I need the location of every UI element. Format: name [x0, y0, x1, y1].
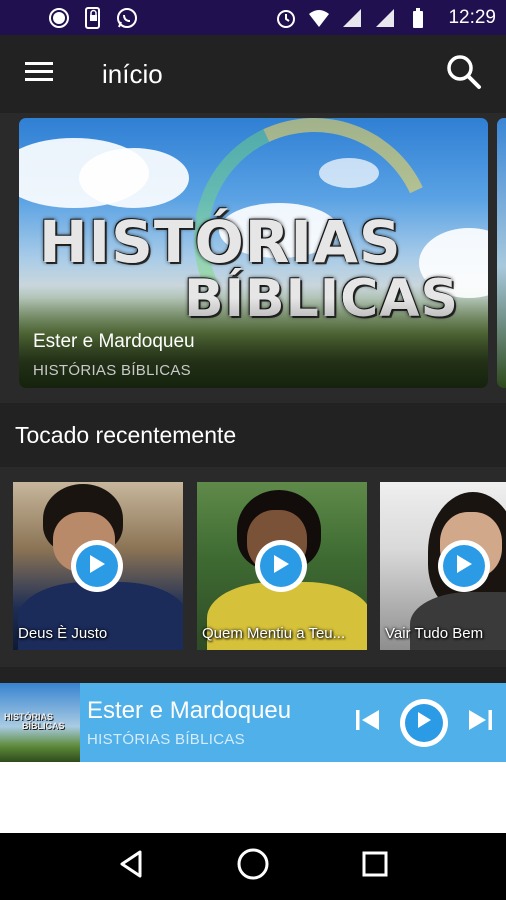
battery-icon	[407, 7, 429, 29]
record-icon	[48, 7, 70, 29]
recent-item[interactable]: Vair Tudo Bem	[380, 482, 506, 650]
play-button[interactable]	[438, 540, 490, 592]
back-icon	[118, 850, 144, 883]
alarm-icon	[275, 7, 297, 29]
now-playing-info: Ester e Mardoqueu HISTÓRIAS BÍBLICAS	[87, 697, 352, 748]
recent-item[interactable]: Deus È Justo	[13, 482, 183, 650]
signal-icon	[341, 7, 363, 29]
recents-icon	[362, 851, 388, 882]
content-spacer	[0, 762, 506, 833]
mini-player[interactable]: HISTÓRIAS BÍBLICAS Ester e Mardoqueu HIS…	[0, 683, 506, 762]
now-playing-title: Ester e Mardoqueu	[87, 697, 292, 724]
previous-button[interactable]	[352, 708, 384, 737]
status-bar: 12:29	[0, 0, 506, 35]
album-art: HISTÓRIAS BÍBLICAS	[0, 683, 80, 762]
featured-title: Ester e Mardoqueu	[33, 331, 195, 352]
play-icon	[88, 554, 106, 579]
play-button[interactable]	[71, 540, 123, 592]
recent-list: Deus È Justo Quem Mentiu a Teu... Vair T…	[0, 467, 506, 667]
play-button[interactable]	[400, 698, 448, 747]
recent-item-title: Deus È Justo	[18, 625, 108, 642]
signal-icon	[374, 7, 396, 29]
back-button[interactable]	[106, 842, 156, 892]
recent-item[interactable]: Quem Mentiu a Teu...	[197, 482, 367, 650]
home-button[interactable]	[228, 842, 278, 892]
wifi-icon	[308, 7, 330, 29]
play-icon	[455, 554, 473, 579]
next-featured-card[interactable]	[497, 118, 506, 388]
phone-lock-icon	[82, 6, 104, 29]
play-button[interactable]	[255, 540, 307, 592]
skip-next-icon	[467, 708, 493, 737]
menu-button[interactable]	[10, 44, 70, 104]
play-icon	[272, 554, 290, 579]
section-title: Tocado recentemente	[15, 421, 237, 448]
notification-icons	[48, 6, 138, 29]
search-icon	[446, 54, 482, 95]
featured-subtitle: HISTÓRIAS BÍBLICAS	[33, 362, 191, 379]
recents-button[interactable]	[350, 842, 400, 892]
app-bar: início	[0, 35, 506, 113]
cloud-art	[79, 148, 189, 208]
recent-section-header: Tocado recentemente	[0, 403, 506, 467]
play-icon	[416, 711, 432, 734]
home-icon	[236, 847, 270, 886]
cloud-art	[319, 158, 379, 188]
search-button[interactable]	[436, 46, 492, 102]
page-title: início	[102, 58, 163, 89]
system-nav-bar	[0, 833, 506, 900]
whatsapp-icon	[116, 7, 138, 29]
now-playing-subtitle: HISTÓRIAS BÍBLICAS	[87, 731, 245, 748]
recent-item-title: Quem Mentiu a Teu...	[202, 625, 346, 642]
next-button[interactable]	[464, 708, 496, 737]
system-icons: 12:29	[275, 7, 496, 29]
featured-carousel: HISTÓRIAS BÍBLICAS Ester e Mardoqueu HIS…	[0, 113, 506, 403]
hamburger-menu-icon	[25, 60, 55, 89]
clock: 12:29	[448, 6, 496, 28]
featured-card[interactable]: HISTÓRIAS BÍBLICAS Ester e Mardoqueu HIS…	[19, 118, 488, 388]
skip-previous-icon	[355, 708, 381, 737]
recent-item-title: Vair Tudo Bem	[385, 625, 484, 642]
